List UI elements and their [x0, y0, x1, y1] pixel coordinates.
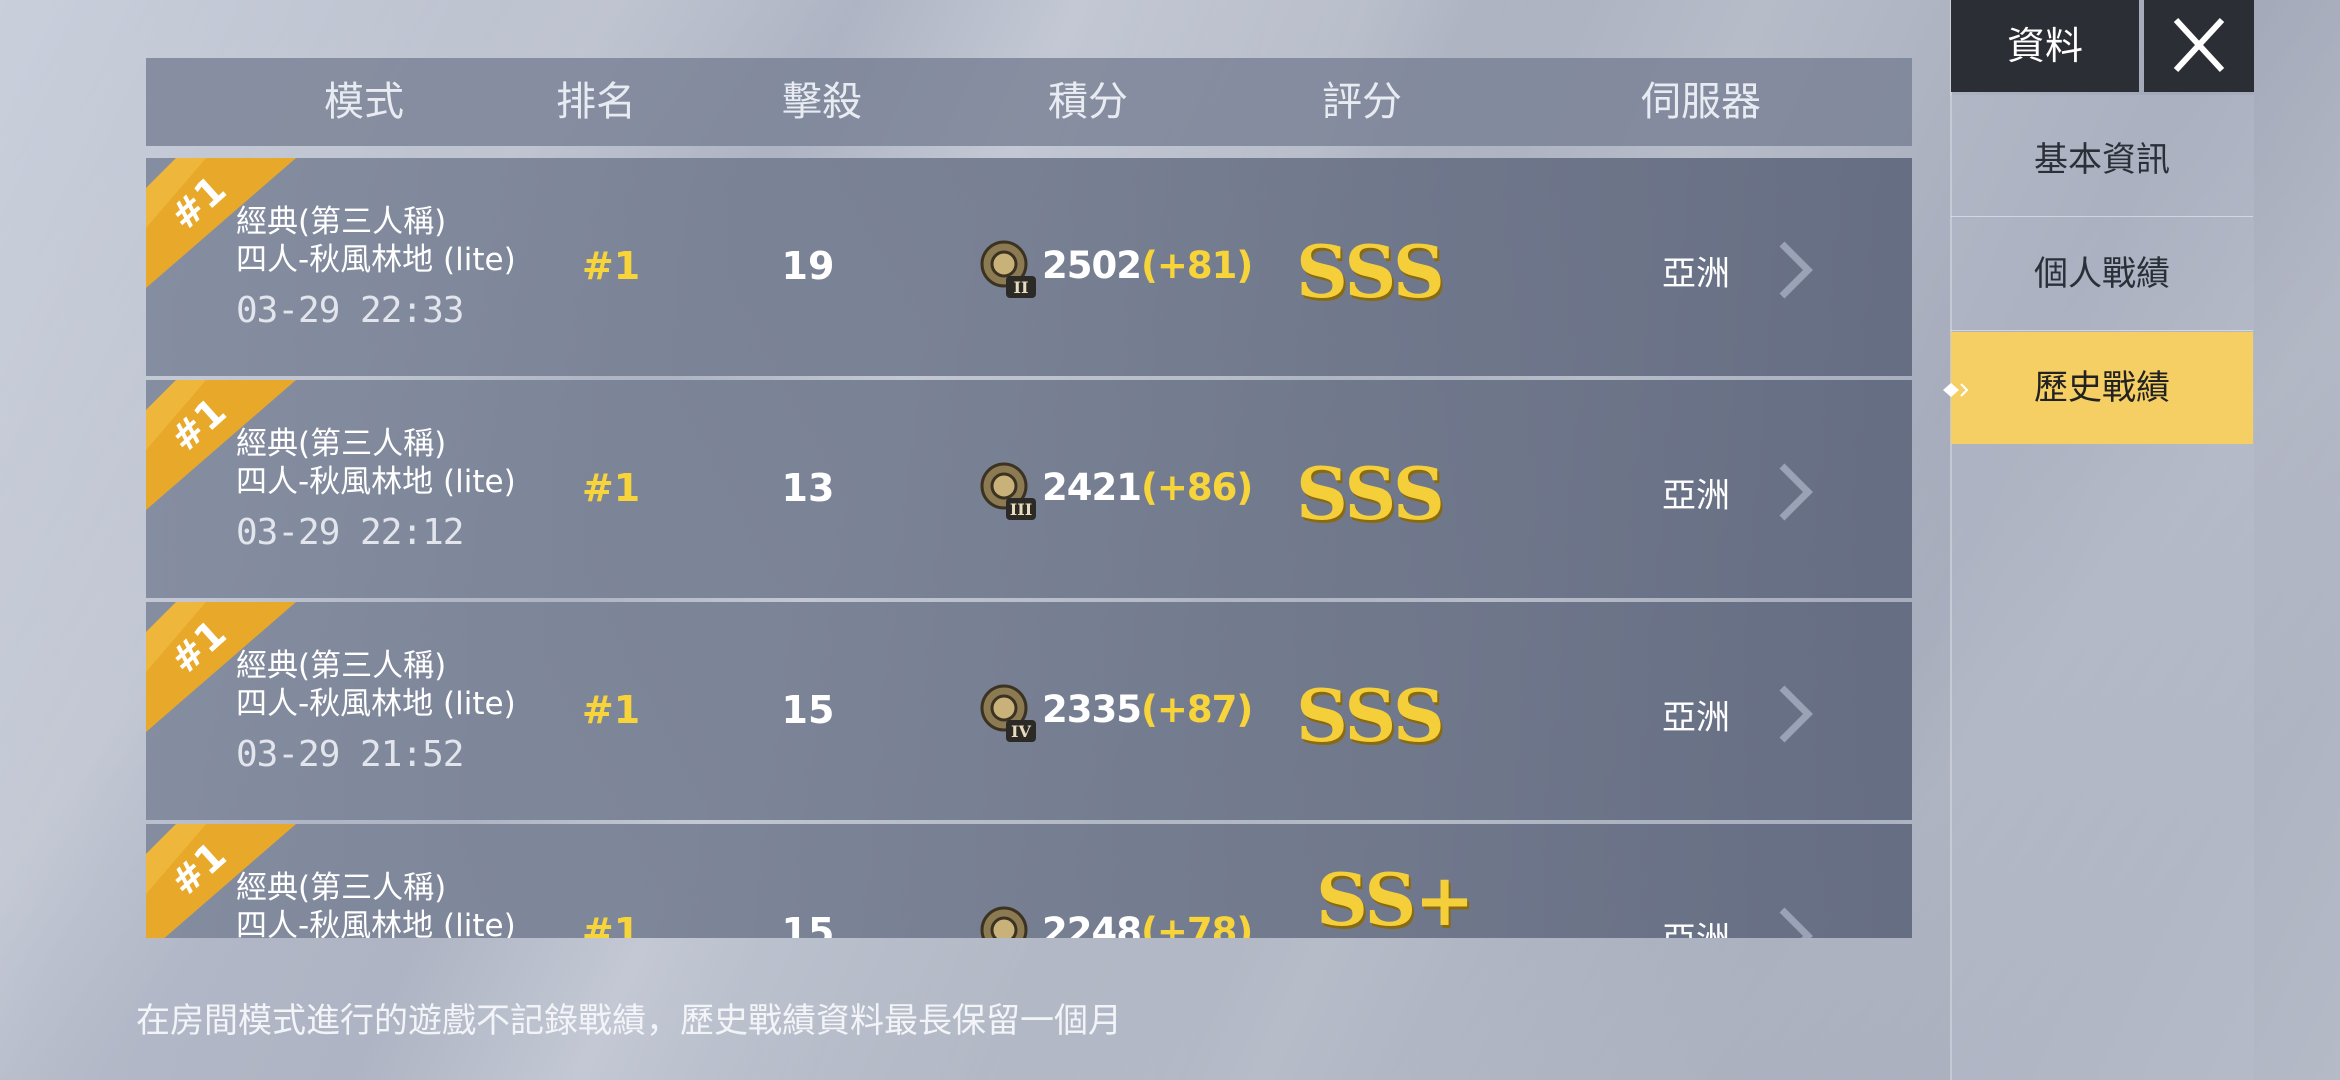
score-delta: (+87) — [1140, 688, 1253, 731]
match-row[interactable]: #1 經典(第三人稱) 四人-秋風林地 (lite) 03-29 22:33 #… — [146, 158, 1912, 376]
score-delta: (+81) — [1140, 244, 1253, 287]
match-row[interactable]: #1 經典(第三人稱) 四人-秋風林地 (lite) #1 15 2248(+7… — [146, 824, 1912, 938]
match-server: 亞洲 — [1662, 912, 1730, 938]
header-rank: 排名 — [556, 79, 636, 125]
match-time: 03-29 22:33 — [236, 290, 464, 331]
match-kills: 19 — [781, 244, 835, 288]
close-icon — [2173, 17, 2225, 73]
tier-numeral: III — [1010, 500, 1032, 519]
match-row[interactable]: #1 經典(第三人稱) 四人-秋風林地 (lite) 03-29 22:12 #… — [146, 380, 1912, 598]
match-grade: SSS — [1296, 673, 1445, 758]
match-rank: #1 — [581, 466, 641, 510]
match-history-list[interactable]: #1 經典(第三人稱) 四人-秋風林地 (lite) 03-29 22:33 #… — [146, 158, 1912, 938]
tier-badge-icon: IV — [980, 684, 1036, 742]
tier-badge-icon: II — [980, 240, 1036, 298]
score-delta: (+78) — [1140, 910, 1253, 938]
match-rank: #1 — [581, 688, 641, 732]
chevron-right-icon[interactable] — [1776, 904, 1816, 938]
match-score: 2248(+78) — [1042, 910, 1253, 938]
match-rank: #1 — [581, 910, 641, 938]
match-grade: SS+ — [1316, 857, 1475, 938]
tier-badge-icon — [980, 906, 1028, 938]
tier-numeral: IV — [1011, 722, 1031, 741]
table-header: 模式 排名 擊殺 積分 評分 伺服器 — [146, 58, 1912, 146]
match-grade: SSS — [1296, 229, 1445, 314]
match-server: 亞洲 — [1662, 476, 1730, 516]
footer-note: 在房間模式進行的遊戲不記錄戰績，歷史戰績資料最長保留一個月 — [136, 1001, 1122, 1041]
match-server: 亞洲 — [1662, 698, 1730, 738]
active-indicator-icon — [1943, 383, 1969, 397]
header-points: 積分 — [1048, 79, 1128, 125]
chevron-right-icon[interactable] — [1776, 682, 1816, 746]
score-value: 2502 — [1042, 244, 1142, 287]
match-kills: 15 — [781, 688, 835, 732]
chevron-right-icon[interactable] — [1776, 238, 1816, 302]
side-item-personal-stats[interactable]: 個人戰績 — [1951, 218, 2253, 331]
header-mode: 模式 — [324, 79, 404, 125]
match-score: 2335(+87) — [1042, 688, 1253, 731]
match-kills: 15 — [781, 910, 835, 938]
close-button[interactable] — [2144, 0, 2254, 92]
score-value: 2421 — [1042, 466, 1142, 509]
match-score: 2502(+81) — [1042, 244, 1253, 287]
side-item-basic-info[interactable]: 基本資訊 — [1951, 104, 2253, 217]
header-rating: 評分 — [1322, 79, 1402, 125]
match-time: 03-29 21:52 — [236, 734, 464, 775]
match-mode-line2: 四人-秋風林地 (lite) — [236, 464, 516, 500]
score-value: 2335 — [1042, 688, 1142, 731]
match-grade: SSS — [1296, 451, 1445, 536]
tier-numeral: II — [1014, 278, 1029, 297]
match-score: 2421(+86) — [1042, 466, 1253, 509]
match-server: 亞洲 — [1662, 254, 1730, 294]
match-kills: 13 — [781, 466, 835, 510]
match-mode-line2: 四人-秋風林地 (lite) — [236, 908, 516, 938]
match-mode-line2: 四人-秋風林地 (lite) — [236, 686, 516, 722]
tier-badge-icon: III — [980, 462, 1036, 520]
header-server: 伺服器 — [1641, 79, 1761, 125]
side-item-match-history[interactable]: 歷史戰績 — [1951, 332, 2253, 444]
chevron-right-icon[interactable] — [1776, 460, 1816, 524]
data-tab[interactable]: 資料 — [1951, 0, 2139, 92]
match-rank: #1 — [581, 244, 641, 288]
match-row[interactable]: #1 經典(第三人稱) 四人-秋風林地 (lite) 03-29 21:52 #… — [146, 602, 1912, 820]
match-time: 03-29 22:12 — [236, 512, 464, 553]
score-value: 2248 — [1042, 910, 1142, 938]
header-kills: 擊殺 — [782, 79, 862, 125]
match-mode-line2: 四人-秋風林地 (lite) — [236, 242, 516, 278]
score-delta: (+86) — [1140, 466, 1253, 509]
